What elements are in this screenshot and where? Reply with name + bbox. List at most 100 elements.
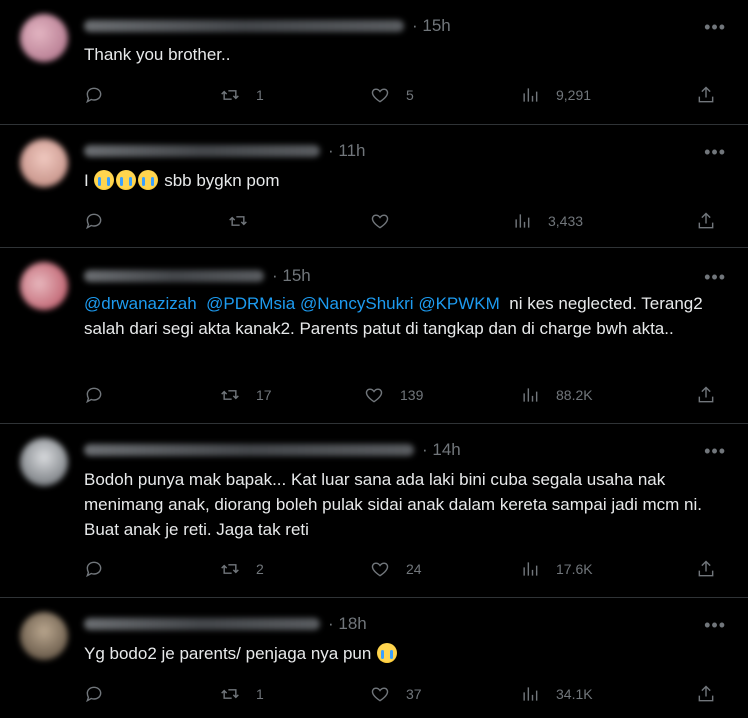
reply-button[interactable] — [84, 83, 120, 107]
tweet[interactable]: · 14h ••• Bodoh punya mak bapak... Kat l… — [0, 424, 748, 597]
loudly-crying-face-icon — [116, 170, 137, 190]
tweet-actions: 2 24 17.6K — [84, 557, 728, 581]
reply-button[interactable] — [84, 682, 120, 706]
like-button[interactable]: 5 — [370, 83, 414, 107]
like-count: 5 — [406, 87, 414, 103]
views-button[interactable]: 34.1K — [520, 682, 593, 706]
tweet-time[interactable]: · 11h — [328, 141, 366, 161]
retweet-icon — [221, 564, 239, 574]
views-chart-icon — [523, 88, 538, 102]
more-options-icon[interactable]: ••• — [704, 268, 726, 286]
share-button[interactable] — [696, 209, 716, 233]
mention-link[interactable]: @PDRMsia — [206, 294, 295, 313]
avatar[interactable] — [20, 14, 68, 62]
tweet-header: · 11h — [84, 139, 366, 163]
tweet[interactable]: · 18h ••• Yg bodo2 je parents/ penjaga n… — [0, 598, 748, 718]
tweet[interactable]: · 15h ••• @drwanazizah @PDRMsia @NancySh… — [0, 248, 748, 423]
heart-icon — [371, 562, 389, 577]
reply-button[interactable] — [84, 383, 120, 407]
more-options-icon[interactable]: ••• — [704, 18, 726, 36]
blurred-username[interactable] — [84, 20, 404, 32]
tweet-text-prefix: I — [84, 171, 89, 190]
blurred-username[interactable] — [84, 270, 264, 282]
heart-icon — [365, 388, 383, 403]
retweet-button[interactable]: 1 — [220, 83, 264, 107]
blurred-username[interactable] — [84, 444, 414, 456]
tweet-time[interactable]: · 15h — [412, 16, 451, 36]
loudly-crying-face-icon — [377, 643, 398, 663]
tweet-text: Thank you brother.. — [84, 45, 231, 64]
reply-icon — [86, 213, 102, 230]
tweet-header: · 15h — [84, 14, 451, 38]
views-button[interactable]: 17.6K — [520, 557, 593, 581]
avatar[interactable] — [20, 612, 68, 660]
avatar[interactable] — [20, 139, 68, 187]
view-count: 17.6K — [556, 561, 593, 577]
retweet-button[interactable]: 17 — [220, 383, 272, 407]
heart-icon — [371, 88, 389, 103]
blurred-username[interactable] — [84, 618, 320, 630]
retweet-count: 2 — [256, 561, 264, 577]
avatar[interactable] — [20, 262, 68, 310]
blurred-username[interactable] — [84, 145, 320, 157]
share-icon — [698, 86, 714, 103]
share-button[interactable] — [696, 682, 716, 706]
more-options-icon[interactable]: ••• — [704, 616, 726, 634]
mention-link[interactable]: @drwanazizah — [84, 294, 197, 313]
tweet-header: · 14h — [84, 438, 461, 462]
tweet-text: @drwanazizah @PDRMsia @NancyShukri @KPWK… — [84, 291, 728, 341]
tweet-text-after-mentions: ni kes neglected. — [509, 294, 637, 313]
retweet-count: 17 — [256, 387, 272, 403]
tweet-actions: 1 37 34.1K — [84, 682, 728, 706]
retweet-button[interactable] — [228, 209, 264, 233]
tweet[interactable]: · 11h ••• I sbb bygkn pom 3,433 — [0, 125, 748, 247]
like-button[interactable]: 139 — [364, 383, 423, 407]
views-button[interactable]: 9,291 — [520, 83, 591, 107]
tweet-text: Bodoh punya mak bapak... Kat luar sana a… — [84, 470, 703, 539]
tweet-time[interactable]: · 18h — [328, 614, 367, 634]
share-icon — [698, 212, 714, 229]
tweet-time[interactable]: · 15h — [272, 266, 311, 286]
more-options-icon[interactable]: ••• — [704, 442, 726, 460]
share-button[interactable] — [696, 83, 716, 107]
loudly-crying-face-icon — [138, 170, 159, 190]
retweet-button[interactable]: 2 — [220, 557, 264, 581]
like-button[interactable]: 24 — [370, 557, 422, 581]
share-button[interactable] — [696, 383, 716, 407]
retweet-count: 1 — [256, 686, 264, 702]
retweet-icon — [221, 390, 239, 400]
views-chart-icon — [523, 562, 538, 576]
views-button[interactable]: 88.2K — [520, 383, 593, 407]
retweet-count: 1 — [256, 87, 264, 103]
like-count: 24 — [406, 561, 422, 577]
tweet-actions: 1 5 9,291 — [84, 83, 728, 107]
reply-icon — [86, 686, 102, 703]
reply-button[interactable] — [84, 557, 120, 581]
more-options-icon[interactable]: ••• — [704, 143, 726, 161]
heart-icon — [371, 687, 389, 702]
retweet-icon — [229, 216, 247, 226]
retweet-button[interactable]: 1 — [220, 682, 264, 706]
share-button[interactable] — [696, 557, 716, 581]
tweet-time[interactable]: · 14h — [422, 440, 461, 460]
reply-icon — [86, 561, 102, 578]
reply-button[interactable] — [84, 209, 120, 233]
like-button[interactable]: 37 — [370, 682, 422, 706]
share-icon — [698, 560, 714, 577]
views-chart-icon — [523, 687, 538, 701]
like-button[interactable] — [370, 209, 406, 233]
tweet-actions: 3,433 — [84, 209, 728, 233]
retweet-icon — [221, 90, 239, 100]
avatar[interactable] — [20, 438, 68, 486]
views-chart-icon — [523, 388, 538, 402]
loudly-crying-face-icon — [94, 170, 115, 190]
view-count: 88.2K — [556, 387, 593, 403]
tweet[interactable]: · 15h ••• Thank you brother.. 1 5 9,291 — [0, 0, 748, 124]
mention-link[interactable]: @KPWKM — [418, 294, 499, 313]
like-count: 37 — [406, 686, 422, 702]
mention-link[interactable]: @NancyShukri — [300, 294, 414, 313]
retweet-icon — [221, 689, 239, 699]
heart-icon — [371, 214, 389, 229]
tweet-header: · 15h — [84, 264, 311, 288]
views-button[interactable]: 3,433 — [512, 209, 583, 233]
